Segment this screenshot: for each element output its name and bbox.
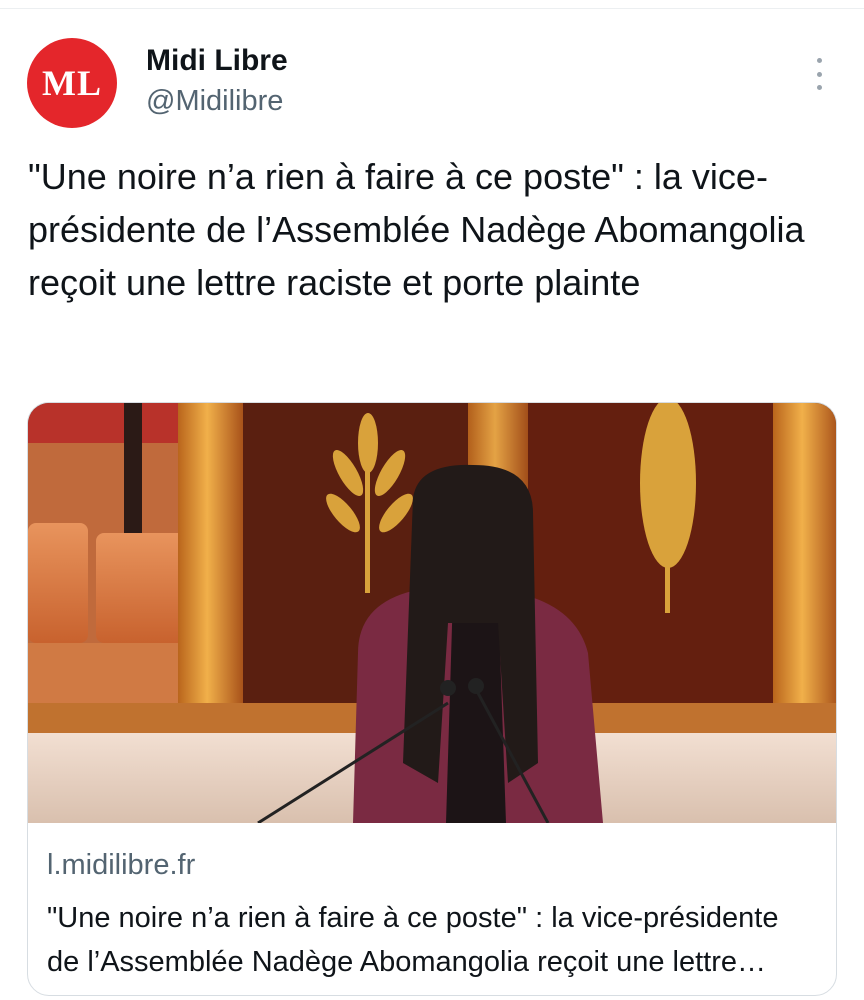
article-photo	[28, 403, 836, 823]
more-vertical-icon[interactable]	[810, 58, 828, 90]
author-handle[interactable]: @Midilibre	[146, 85, 283, 118]
avatar-initials: ML	[42, 63, 102, 103]
tweet-text: "Une noire n’a rien à faire à ce poste" …	[28, 156, 805, 303]
author-avatar[interactable]: ML	[27, 38, 117, 128]
tweet[interactable]: ML Midi Libre @Midilibre "Une noire n’a …	[0, 0, 864, 1000]
author-name[interactable]: Midi Libre	[146, 44, 288, 78]
link-title[interactable]: "Une noire n’a rien à faire à ce poste" …	[47, 896, 817, 984]
link-card-meta[interactable]: l.midilibre.fr "Une noire n’a rien à fai…	[47, 849, 817, 984]
link-card[interactable]: l.midilibre.fr "Une noire n’a rien à fai…	[27, 402, 837, 996]
link-domain[interactable]: l.midilibre.fr	[47, 849, 817, 882]
